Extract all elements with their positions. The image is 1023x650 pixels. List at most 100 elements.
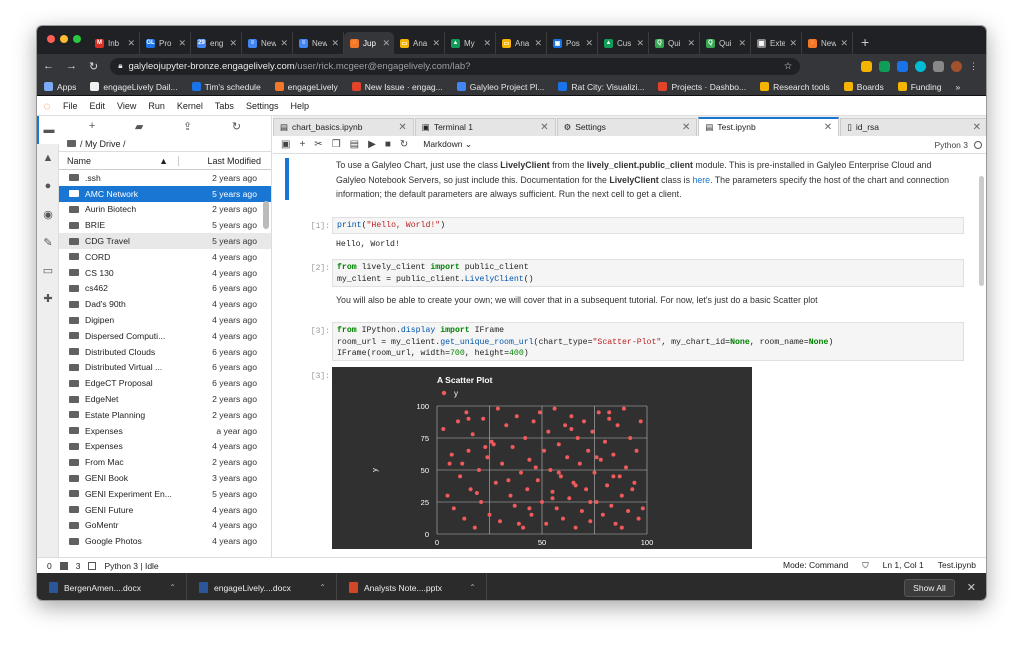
bookmark-item[interactable]: Apps	[37, 82, 83, 92]
close-icon[interactable]: ✕	[483, 38, 491, 49]
close-icon[interactable]: ✕	[955, 581, 986, 594]
add-cell-icon[interactable]: +	[299, 139, 305, 150]
file-row[interactable]: GENI Future 4 years ago	[59, 502, 271, 518]
file-row[interactable]: Google Photos 4 years ago	[59, 533, 271, 549]
file-row[interactable]: AMC Network 5 years ago	[59, 185, 271, 202]
browser-tab[interactable]: 29 eng ✕	[191, 32, 242, 54]
file-row[interactable]: .ssh 2 years ago	[59, 170, 271, 186]
close-icon[interactable]: ✕	[636, 38, 644, 49]
browser-tab[interactable]: ▲ My ✕	[445, 32, 496, 54]
close-icon[interactable]: ✕	[432, 38, 440, 49]
chevron-up-icon[interactable]: ⌃	[469, 583, 476, 592]
close-icon[interactable]: ✕	[840, 38, 848, 49]
close-icon[interactable]: ✕	[973, 122, 981, 133]
running-icon[interactable]: ▲	[37, 144, 59, 172]
bookmark-item[interactable]: Boards	[837, 82, 891, 92]
file-row[interactable]: Digipen 4 years ago	[59, 312, 271, 328]
extension-icon[interactable]	[861, 60, 872, 72]
file-row[interactable]: Estate Planning 2 years ago	[59, 407, 271, 423]
palette-icon[interactable]: ◉	[37, 200, 59, 228]
chart-iframe[interactable]: A Scatter Plot y 0 50 100 0 25 50 75 100 y	[332, 367, 752, 549]
browser-tab[interactable]: M Inb ✕	[89, 32, 140, 54]
menu-tabs[interactable]: Tabs	[209, 101, 240, 111]
new-folder-icon[interactable]: ▰	[135, 120, 143, 133]
document-tab[interactable]: ▣ Terminal 1 ✕	[414, 118, 556, 136]
browser-tab[interactable]: Q Qui ✕	[700, 32, 751, 54]
puzzle-icon[interactable]	[933, 60, 944, 72]
kernel-status[interactable]: Python 3 | Idle	[104, 561, 158, 571]
tabs-icon[interactable]: ▭	[37, 256, 59, 284]
paste-icon[interactable]: ▤	[350, 139, 359, 150]
cell-type-select[interactable]: Markdown ⌄	[423, 139, 472, 150]
code-cell-input[interactable]: print("Hello, World!")	[332, 217, 964, 234]
upload-icon[interactable]: ⇪	[183, 120, 192, 133]
url-field[interactable]: 🔒︎ galyleojupyter-bronze.engagelively.co…	[110, 57, 801, 75]
close-icon[interactable]: ✕	[534, 38, 542, 49]
avatar[interactable]	[951, 60, 962, 72]
close-icon[interactable]: ✕	[398, 122, 406, 133]
document-tab[interactable]: ⚙ Settings ✕	[556, 118, 698, 136]
document-tab[interactable]: ▯ id_rsa ✕	[840, 118, 986, 136]
menu-run[interactable]: Run	[142, 101, 171, 111]
cut-icon[interactable]: ✂	[314, 139, 322, 150]
close-icon[interactable]: ✕	[738, 38, 746, 49]
stop-icon[interactable]: ■	[385, 139, 391, 150]
file-row[interactable]: Expenses 4 years ago	[59, 439, 271, 455]
menu-edit[interactable]: Edit	[84, 101, 112, 111]
file-row[interactable]: GoMentr 4 years ago	[59, 518, 271, 534]
file-row[interactable]: Distributed Clouds 6 years ago	[59, 344, 271, 360]
bookmark-item[interactable]: engageLively	[268, 82, 345, 92]
menu-help[interactable]: Help	[284, 101, 315, 111]
chevron-up-icon[interactable]: ⌃	[169, 583, 176, 592]
wrench-icon[interactable]: ✎	[37, 228, 59, 256]
kernel-indicator[interactable]: Python 3	[934, 140, 986, 150]
file-row[interactable]: Distributed Virtual ... 6 years ago	[59, 360, 271, 376]
browser-tab[interactable]: ▭ Ana ✕	[394, 32, 445, 54]
cursor-position[interactable]: Ln 1, Col 1	[883, 560, 924, 571]
menu-kernel[interactable]: Kernel	[171, 101, 209, 111]
file-list-scrollbar[interactable]	[263, 201, 269, 229]
menu-view[interactable]: View	[111, 101, 142, 111]
download-item[interactable]: BergenAmen....docx ⌃	[37, 573, 187, 600]
bookmark-item[interactable]: Galyleo Project Pl...	[450, 82, 552, 92]
browser-tab[interactable]: Q Qui ✕	[649, 32, 700, 54]
file-row[interactable]: CDG Travel 5 years ago	[59, 233, 271, 249]
name-column-header[interactable]: Name ▲	[59, 156, 179, 166]
restart-icon[interactable]: ↻	[400, 139, 408, 150]
close-icon[interactable]: ✕	[331, 38, 339, 49]
file-row[interactable]: Dispersed Computi... 4 years ago	[59, 328, 271, 344]
close-window-button[interactable]	[47, 35, 55, 43]
show-all-button[interactable]: Show All	[904, 578, 955, 597]
file-row[interactable]: cs462 6 years ago	[59, 281, 271, 297]
file-row[interactable]: EdgeNet 2 years ago	[59, 391, 271, 407]
copy-icon[interactable]: ❐	[332, 139, 341, 150]
download-item[interactable]: Analysts Note....pptx ⌃	[337, 573, 487, 600]
browser-tab[interactable]: ▲ Cus ✕	[598, 32, 649, 54]
more-bookmarks-icon[interactable]: »	[948, 82, 967, 92]
bookmark-item[interactable]: engageLively Dail...	[83, 82, 184, 92]
forward-icon[interactable]: →	[60, 60, 83, 72]
close-icon[interactable]: ✕	[682, 122, 690, 133]
code-cell-input[interactable]: from IPython.display import IFrame room_…	[332, 322, 964, 361]
file-row[interactable]: BRIE 5 years ago	[59, 217, 271, 233]
file-row[interactable]: GENI Book 3 years ago	[59, 470, 271, 486]
reload-icon[interactable]: ↻	[83, 60, 104, 73]
zoom-window-button[interactable]	[73, 35, 81, 43]
close-icon[interactable]: ✕	[824, 122, 832, 133]
file-row[interactable]: EdgeCT Proposal 6 years ago	[59, 375, 271, 391]
file-row[interactable]: Aurin Biotech 2 years ago	[59, 202, 271, 218]
scatter-chart[interactable]: A Scatter Plot y 0 50 100 0 25 50 75 100 y	[332, 367, 752, 549]
file-row[interactable]: GENI Experiment En... 5 years ago	[59, 486, 271, 502]
menu-settings[interactable]: Settings	[240, 101, 285, 111]
star-icon[interactable]: ☆	[784, 61, 801, 72]
close-icon[interactable]: ✕	[687, 38, 695, 49]
extension-manager-icon[interactable]: ✚	[37, 284, 59, 312]
file-row[interactable]: Dad's 90th 4 years ago	[59, 296, 271, 312]
stop-circle-icon[interactable]: ●	[37, 172, 59, 200]
browser-tab[interactable]: ◌ New ✕	[802, 32, 853, 54]
browser-tab[interactable]: GL Pro ✕	[140, 32, 191, 54]
close-icon[interactable]: ✕	[127, 38, 135, 49]
breadcrumb-path[interactable]: / My Drive /	[80, 139, 126, 149]
browser-tab[interactable]: ▭ Ana ✕	[496, 32, 547, 54]
file-row[interactable]: Expenses a year ago	[59, 423, 271, 439]
